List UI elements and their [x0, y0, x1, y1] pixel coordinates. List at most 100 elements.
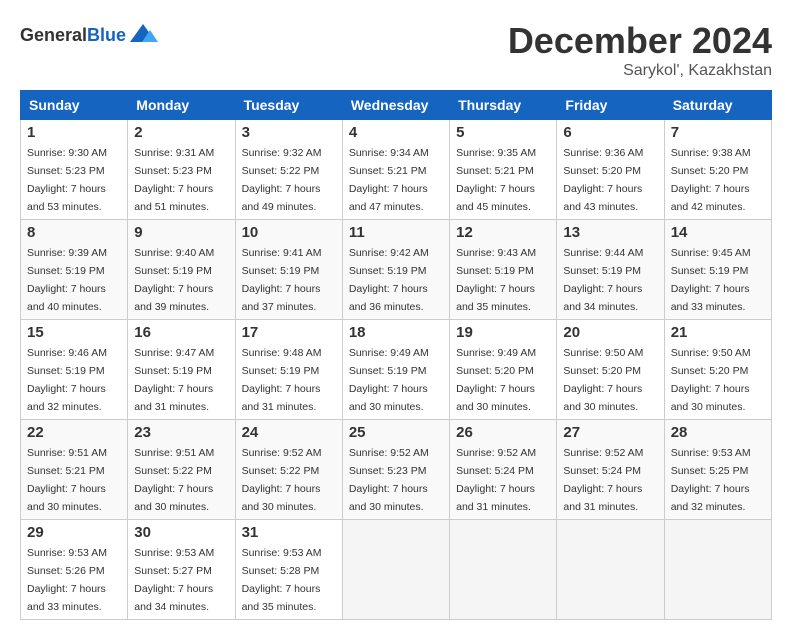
day-number: 8 [27, 224, 121, 241]
calendar-week-3: 15 Sunrise: 9:46 AMSunset: 5:19 PMDaylig… [21, 320, 772, 420]
calendar-cell [557, 520, 664, 620]
calendar-cell: 11 Sunrise: 9:42 AMSunset: 5:19 PMDaylig… [342, 220, 449, 320]
day-number: 9 [134, 224, 228, 241]
calendar-cell: 23 Sunrise: 9:51 AMSunset: 5:22 PMDaylig… [128, 420, 235, 520]
calendar-cell: 7 Sunrise: 9:38 AMSunset: 5:20 PMDayligh… [664, 120, 771, 220]
day-number: 28 [671, 424, 765, 441]
header-day-monday: Monday [128, 91, 235, 120]
calendar-cell: 5 Sunrise: 9:35 AMSunset: 5:21 PMDayligh… [450, 120, 557, 220]
calendar-cell: 9 Sunrise: 9:40 AMSunset: 5:19 PMDayligh… [128, 220, 235, 320]
calendar-week-4: 22 Sunrise: 9:51 AMSunset: 5:21 PMDaylig… [21, 420, 772, 520]
calendar-cell: 19 Sunrise: 9:49 AMSunset: 5:20 PMDaylig… [450, 320, 557, 420]
day-number: 12 [456, 224, 550, 241]
day-number: 27 [563, 424, 657, 441]
day-number: 30 [134, 524, 228, 541]
day-number: 16 [134, 324, 228, 341]
title-section: December 2024 Sarykol', Kazakhstan [508, 20, 772, 80]
day-info: Sunrise: 9:32 AMSunset: 5:22 PMDaylight:… [242, 147, 322, 213]
header: GeneralBlue December 2024 Sarykol', Kaza… [20, 20, 772, 80]
day-info: Sunrise: 9:46 AMSunset: 5:19 PMDaylight:… [27, 347, 107, 413]
day-number: 6 [563, 124, 657, 141]
header-day-wednesday: Wednesday [342, 91, 449, 120]
day-number: 13 [563, 224, 657, 241]
day-info: Sunrise: 9:52 AMSunset: 5:23 PMDaylight:… [349, 447, 429, 513]
day-info: Sunrise: 9:31 AMSunset: 5:23 PMDaylight:… [134, 147, 214, 213]
day-info: Sunrise: 9:43 AMSunset: 5:19 PMDaylight:… [456, 247, 536, 313]
day-number: 7 [671, 124, 765, 141]
day-info: Sunrise: 9:53 AMSunset: 5:28 PMDaylight:… [242, 547, 322, 613]
day-info: Sunrise: 9:53 AMSunset: 5:26 PMDaylight:… [27, 547, 107, 613]
calendar-week-2: 8 Sunrise: 9:39 AMSunset: 5:19 PMDayligh… [21, 220, 772, 320]
day-info: Sunrise: 9:45 AMSunset: 5:19 PMDaylight:… [671, 247, 751, 313]
day-number: 2 [134, 124, 228, 141]
header-day-friday: Friday [557, 91, 664, 120]
day-info: Sunrise: 9:52 AMSunset: 5:22 PMDaylight:… [242, 447, 322, 513]
day-info: Sunrise: 9:51 AMSunset: 5:21 PMDaylight:… [27, 447, 107, 513]
day-info: Sunrise: 9:48 AMSunset: 5:19 PMDaylight:… [242, 347, 322, 413]
calendar-cell: 6 Sunrise: 9:36 AMSunset: 5:20 PMDayligh… [557, 120, 664, 220]
day-info: Sunrise: 9:50 AMSunset: 5:20 PMDaylight:… [563, 347, 643, 413]
calendar-cell: 4 Sunrise: 9:34 AMSunset: 5:21 PMDayligh… [342, 120, 449, 220]
day-number: 24 [242, 424, 336, 441]
calendar-week-1: 1 Sunrise: 9:30 AMSunset: 5:23 PMDayligh… [21, 120, 772, 220]
calendar-cell: 27 Sunrise: 9:52 AMSunset: 5:24 PMDaylig… [557, 420, 664, 520]
header-day-sunday: Sunday [21, 91, 128, 120]
calendar-cell: 22 Sunrise: 9:51 AMSunset: 5:21 PMDaylig… [21, 420, 128, 520]
day-info: Sunrise: 9:51 AMSunset: 5:22 PMDaylight:… [134, 447, 214, 513]
calendar-cell: 18 Sunrise: 9:49 AMSunset: 5:19 PMDaylig… [342, 320, 449, 420]
day-info: Sunrise: 9:50 AMSunset: 5:20 PMDaylight:… [671, 347, 751, 413]
header-day-tuesday: Tuesday [235, 91, 342, 120]
calendar-cell: 26 Sunrise: 9:52 AMSunset: 5:24 PMDaylig… [450, 420, 557, 520]
day-number: 26 [456, 424, 550, 441]
calendar-cell: 25 Sunrise: 9:52 AMSunset: 5:23 PMDaylig… [342, 420, 449, 520]
calendar-cell: 14 Sunrise: 9:45 AMSunset: 5:19 PMDaylig… [664, 220, 771, 320]
day-number: 14 [671, 224, 765, 241]
day-info: Sunrise: 9:41 AMSunset: 5:19 PMDaylight:… [242, 247, 322, 313]
calendar-cell: 15 Sunrise: 9:46 AMSunset: 5:19 PMDaylig… [21, 320, 128, 420]
day-info: Sunrise: 9:40 AMSunset: 5:19 PMDaylight:… [134, 247, 214, 313]
day-number: 25 [349, 424, 443, 441]
calendar-cell: 17 Sunrise: 9:48 AMSunset: 5:19 PMDaylig… [235, 320, 342, 420]
calendar-table: SundayMondayTuesdayWednesdayThursdayFrid… [20, 90, 772, 620]
day-number: 21 [671, 324, 765, 341]
calendar-cell: 2 Sunrise: 9:31 AMSunset: 5:23 PMDayligh… [128, 120, 235, 220]
day-number: 20 [563, 324, 657, 341]
day-info: Sunrise: 9:49 AMSunset: 5:20 PMDaylight:… [456, 347, 536, 413]
logo-blue-text: Blue [87, 25, 126, 45]
day-number: 31 [242, 524, 336, 541]
day-info: Sunrise: 9:44 AMSunset: 5:19 PMDaylight:… [563, 247, 643, 313]
calendar-week-5: 29 Sunrise: 9:53 AMSunset: 5:26 PMDaylig… [21, 520, 772, 620]
calendar-cell [664, 520, 771, 620]
day-number: 5 [456, 124, 550, 141]
logo-general-text: General [20, 25, 87, 45]
calendar-cell: 8 Sunrise: 9:39 AMSunset: 5:19 PMDayligh… [21, 220, 128, 320]
header-day-saturday: Saturday [664, 91, 771, 120]
calendar-cell: 30 Sunrise: 9:53 AMSunset: 5:27 PMDaylig… [128, 520, 235, 620]
calendar-cell: 28 Sunrise: 9:53 AMSunset: 5:25 PMDaylig… [664, 420, 771, 520]
day-info: Sunrise: 9:42 AMSunset: 5:19 PMDaylight:… [349, 247, 429, 313]
day-number: 29 [27, 524, 121, 541]
day-number: 1 [27, 124, 121, 141]
logo-icon [128, 20, 158, 50]
day-info: Sunrise: 9:53 AMSunset: 5:25 PMDaylight:… [671, 447, 751, 513]
day-info: Sunrise: 9:49 AMSunset: 5:19 PMDaylight:… [349, 347, 429, 413]
calendar-subtitle: Sarykol', Kazakhstan [508, 62, 772, 80]
calendar-cell [450, 520, 557, 620]
header-day-thursday: Thursday [450, 91, 557, 120]
calendar-cell: 10 Sunrise: 9:41 AMSunset: 5:19 PMDaylig… [235, 220, 342, 320]
day-info: Sunrise: 9:53 AMSunset: 5:27 PMDaylight:… [134, 547, 214, 613]
day-number: 11 [349, 224, 443, 241]
day-number: 10 [242, 224, 336, 241]
day-info: Sunrise: 9:38 AMSunset: 5:20 PMDaylight:… [671, 147, 751, 213]
day-number: 23 [134, 424, 228, 441]
day-info: Sunrise: 9:36 AMSunset: 5:20 PMDaylight:… [563, 147, 643, 213]
day-number: 3 [242, 124, 336, 141]
calendar-cell [342, 520, 449, 620]
day-number: 4 [349, 124, 443, 141]
calendar-cell: 16 Sunrise: 9:47 AMSunset: 5:19 PMDaylig… [128, 320, 235, 420]
day-number: 17 [242, 324, 336, 341]
logo: GeneralBlue [20, 20, 158, 50]
day-number: 15 [27, 324, 121, 341]
day-info: Sunrise: 9:34 AMSunset: 5:21 PMDaylight:… [349, 147, 429, 213]
calendar-cell: 21 Sunrise: 9:50 AMSunset: 5:20 PMDaylig… [664, 320, 771, 420]
